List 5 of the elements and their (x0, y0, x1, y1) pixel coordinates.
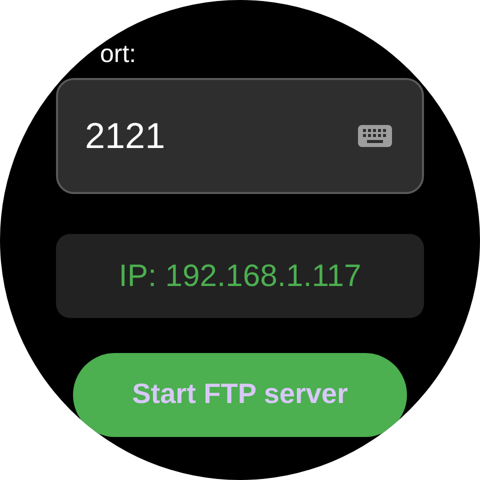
keyboard-icon[interactable] (358, 125, 392, 147)
port-field[interactable]: 2121 (56, 78, 424, 194)
port-label: ort: (100, 40, 136, 68)
port-input[interactable]: 2121 (85, 109, 285, 163)
ip-address-text: IP: 192.168.1.117 (118, 256, 362, 295)
